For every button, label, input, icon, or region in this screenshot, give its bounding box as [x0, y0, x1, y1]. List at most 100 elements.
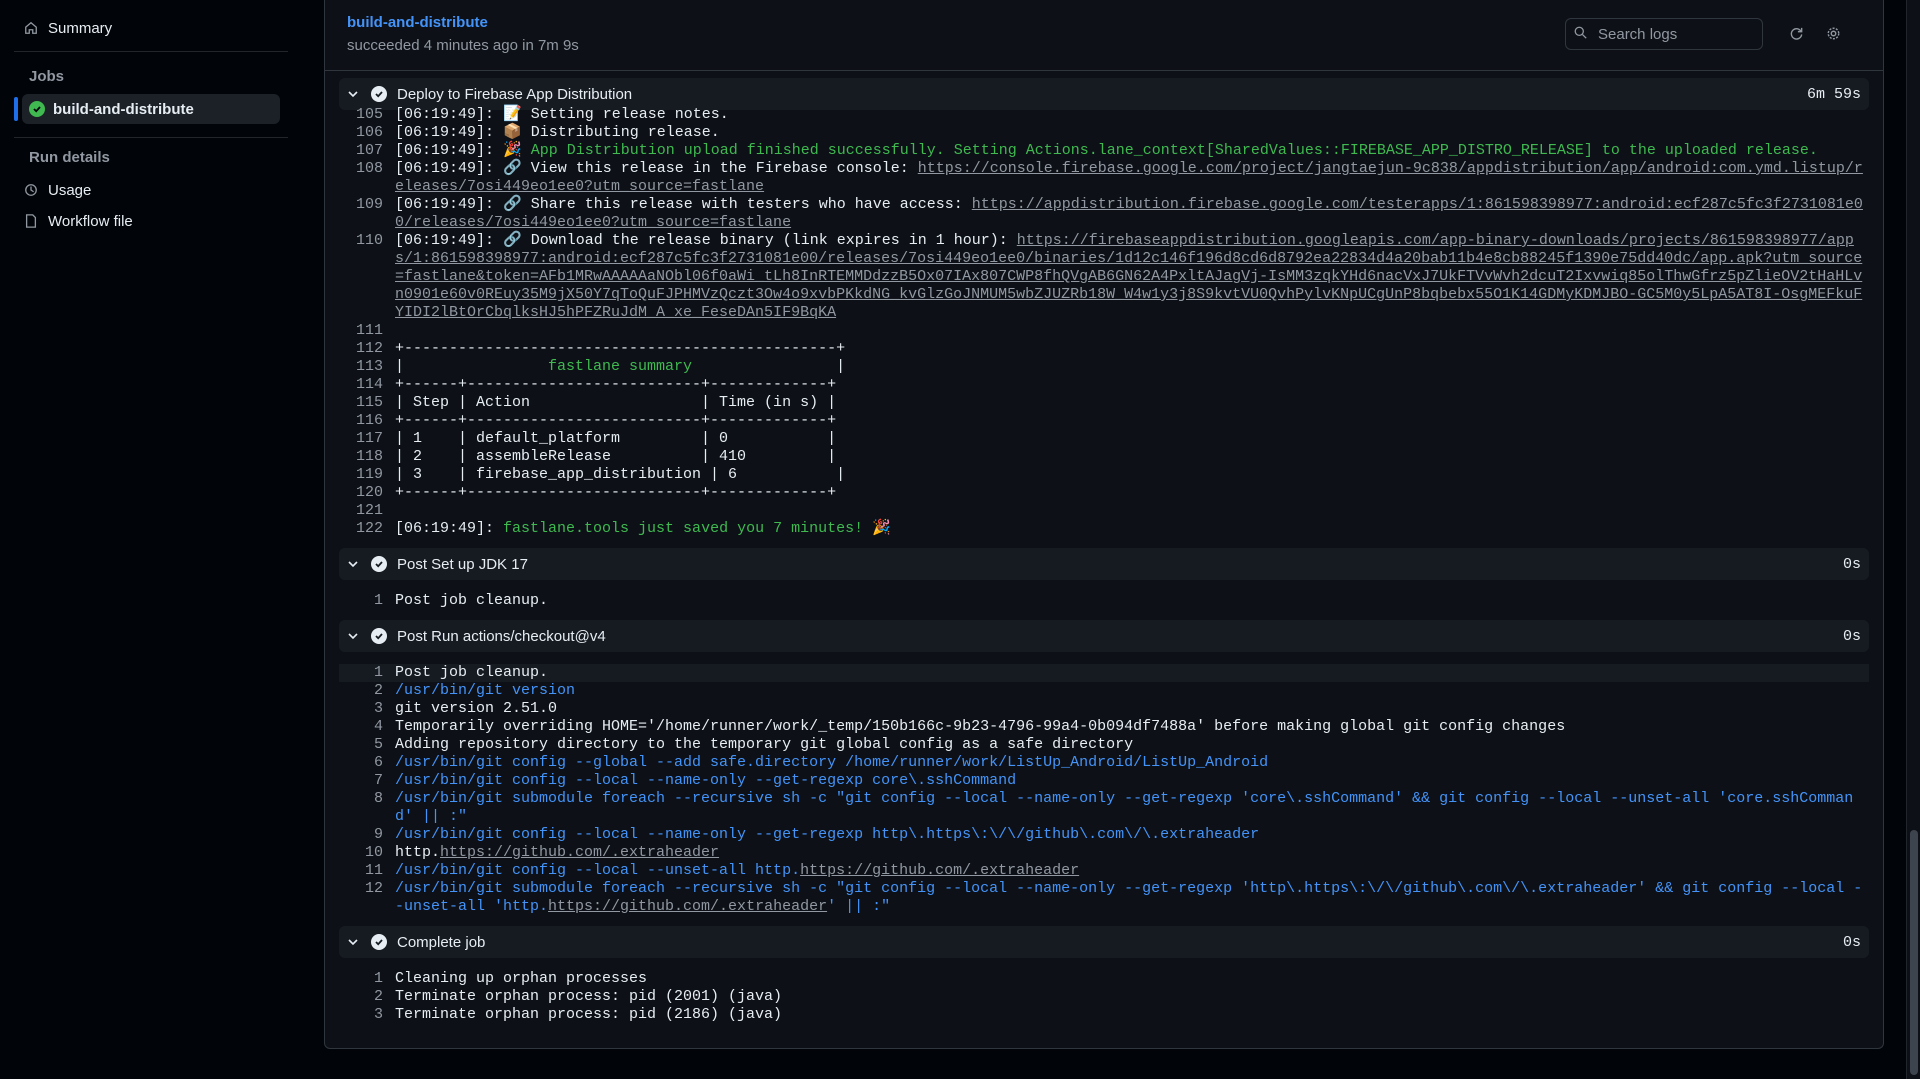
sidebar-item-usage[interactable]: Usage: [22, 175, 91, 205]
log-text-plain: |: [692, 358, 846, 375]
step-name: Post Set up JDK 17: [397, 555, 528, 573]
line-number[interactable]: 6: [339, 754, 383, 772]
page-scrollbar[interactable]: [1906, 0, 1920, 1079]
step-duration: 0s: [1842, 555, 1861, 573]
log-text: | 2 | assembleRelease | 410 |: [395, 448, 1865, 466]
line-number[interactable]: 106: [339, 124, 383, 142]
search-input[interactable]: [1596, 24, 1760, 44]
log-text-plain: | Step | Action | Time (in s) |: [395, 394, 837, 411]
log-line: 120 +------+--------------------------+--…: [339, 484, 1869, 502]
line-number[interactable]: 111: [339, 322, 383, 340]
log-link[interactable]: https://github.com/.extraheader: [800, 862, 1079, 879]
line-number[interactable]: 119: [339, 466, 383, 484]
step-name: Deploy to Firebase App Distribution: [397, 85, 633, 103]
log-text-plain: http.: [395, 844, 441, 861]
job-status-text: succeeded 4 minutes ago in 7m 9s: [347, 37, 579, 54]
log-link[interactable]: https://github.com/.extraheader: [548, 898, 827, 915]
active-indicator: [14, 97, 18, 121]
line-number[interactable]: 116: [339, 412, 383, 430]
log-text: [06:19:49]: fastlane.tools just saved yo…: [395, 520, 1865, 538]
log-text-plain: [06:19:49]:: [395, 520, 504, 537]
log-line: 115 | Step | Action | Time (in s) |: [339, 394, 1869, 412]
line-number[interactable]: 114: [339, 376, 383, 394]
sidebar-item-workflow-file[interactable]: Workflow file: [22, 206, 133, 236]
log-line: 2 Terminate orphan process: pid (2001) (j…: [339, 988, 1869, 1006]
log-line: 1 Post job cleanup.: [339, 664, 1869, 682]
step-header-complete-job[interactable]: Complete job 0s: [339, 926, 1869, 958]
step-header-post-checkout[interactable]: Post Run actions/checkout@v4 0s: [339, 620, 1869, 652]
step-log-post-checkout: 1 Post job cleanup. 2/usr/bin/git version 3…: [339, 664, 1869, 916]
line-number[interactable]: 118: [339, 448, 383, 466]
refresh-icon[interactable]: [1785, 22, 1807, 44]
log-text: +---------------------------------------…: [395, 340, 1865, 358]
line-number[interactable]: 1: [339, 592, 383, 610]
log-line: 1 Post job cleanup.: [339, 592, 1869, 610]
line-number[interactable]: 5: [339, 736, 383, 754]
line-number[interactable]: 110: [339, 232, 383, 322]
log-command: /usr/bin/git submodule foreach --recursi…: [395, 790, 1854, 825]
line-number[interactable]: 7: [339, 772, 383, 790]
line-number[interactable]: 121: [339, 502, 383, 520]
line-number[interactable]: 4: [339, 718, 383, 736]
log-text-plain: Post job cleanup.: [395, 664, 549, 681]
divider: [14, 137, 288, 138]
chevron-down-icon: [347, 558, 361, 570]
line-number[interactable]: 115: [339, 394, 383, 412]
line-number[interactable]: 1: [339, 664, 383, 682]
line-number[interactable]: 122: [339, 520, 383, 538]
line-number[interactable]: 117: [339, 430, 383, 448]
search-icon: [1574, 26, 1590, 42]
log-link[interactable]: https://github.com/.extraheader: [440, 844, 719, 861]
line-number[interactable]: 8: [339, 790, 383, 826]
line-number[interactable]: 12: [339, 880, 383, 916]
log-line: 12/usr/bin/git submodule foreach --recur…: [339, 880, 1869, 916]
line-number[interactable]: 11: [339, 862, 383, 880]
log-text: /usr/bin/git config --local --name-only …: [395, 826, 1865, 844]
line-number[interactable]: 109: [339, 196, 383, 232]
log-line: 117 | 1 | default_platform | 0 |: [339, 430, 1869, 448]
step-header-post-jdk[interactable]: Post Set up JDK 17 0s: [339, 548, 1869, 580]
log-text: /usr/bin/git version: [395, 682, 1865, 700]
line-number[interactable]: 108: [339, 160, 383, 196]
check-circle-icon: [371, 934, 387, 950]
file-icon: [22, 212, 40, 230]
line-number[interactable]: 3: [339, 1006, 383, 1024]
line-number[interactable]: 1: [339, 970, 383, 988]
log-line: 114 +------+--------------------------+--…: [339, 376, 1869, 394]
line-number[interactable]: 105: [339, 106, 383, 124]
log-command: /usr/bin/git config --local --name-only …: [395, 826, 1260, 843]
log-text-plain: Post job cleanup.: [395, 592, 549, 609]
log-line: 111: [339, 322, 1869, 340]
log-line: 2/usr/bin/git version: [339, 682, 1869, 700]
line-number[interactable]: 3: [339, 700, 383, 718]
scrollbar-thumb[interactable]: [1910, 830, 1918, 1075]
line-number[interactable]: 107: [339, 142, 383, 160]
log-text: Terminate orphan process: pid (2001) (ja…: [395, 988, 1865, 1006]
line-number[interactable]: 112: [339, 340, 383, 358]
line-number[interactable]: 120: [339, 484, 383, 502]
step-duration: 0s: [1842, 933, 1861, 951]
job-title[interactable]: build-and-distribute: [347, 14, 488, 31]
sidebar-item-summary[interactable]: Summary: [22, 13, 112, 43]
line-number[interactable]: 2: [339, 682, 383, 700]
sidebar-item-job[interactable]: build-and-distribute: [14, 94, 280, 124]
job-log-panel: build-and-distribute succeeded 4 minutes…: [324, 0, 1884, 1049]
log-text: [06:19:49]: 🔗 Download the release binar…: [395, 232, 1865, 322]
line-number[interactable]: 2: [339, 988, 383, 1006]
gear-icon[interactable]: [1822, 22, 1844, 44]
log-line: 122 [06:19:49]: fastlane.tools just saved…: [339, 520, 1869, 538]
log-text-plain: [06:19:49]: 🔗 View this release in the F…: [395, 160, 918, 177]
line-number[interactable]: 10: [339, 844, 383, 862]
log-text: | 1 | default_platform | 0 |: [395, 430, 1865, 448]
log-line: 1 Cleaning up orphan processes: [339, 970, 1869, 988]
search-logs-field[interactable]: [1565, 18, 1763, 50]
line-number[interactable]: 113: [339, 358, 383, 376]
log-text: /usr/bin/git submodule foreach --recursi…: [395, 790, 1865, 826]
chevron-down-icon: [347, 88, 361, 100]
log-line: 3 Terminate orphan process: pid (2186) (j…: [339, 1006, 1869, 1024]
log-line: 121: [339, 502, 1869, 520]
line-number[interactable]: 9: [339, 826, 383, 844]
log-text: Adding repository directory to the tempo…: [395, 736, 1865, 754]
log-text: | Step | Action | Time (in s) |: [395, 394, 1865, 412]
step-log-complete-job: 1 Cleaning up orphan processes 2 Terminate …: [339, 970, 1869, 1024]
